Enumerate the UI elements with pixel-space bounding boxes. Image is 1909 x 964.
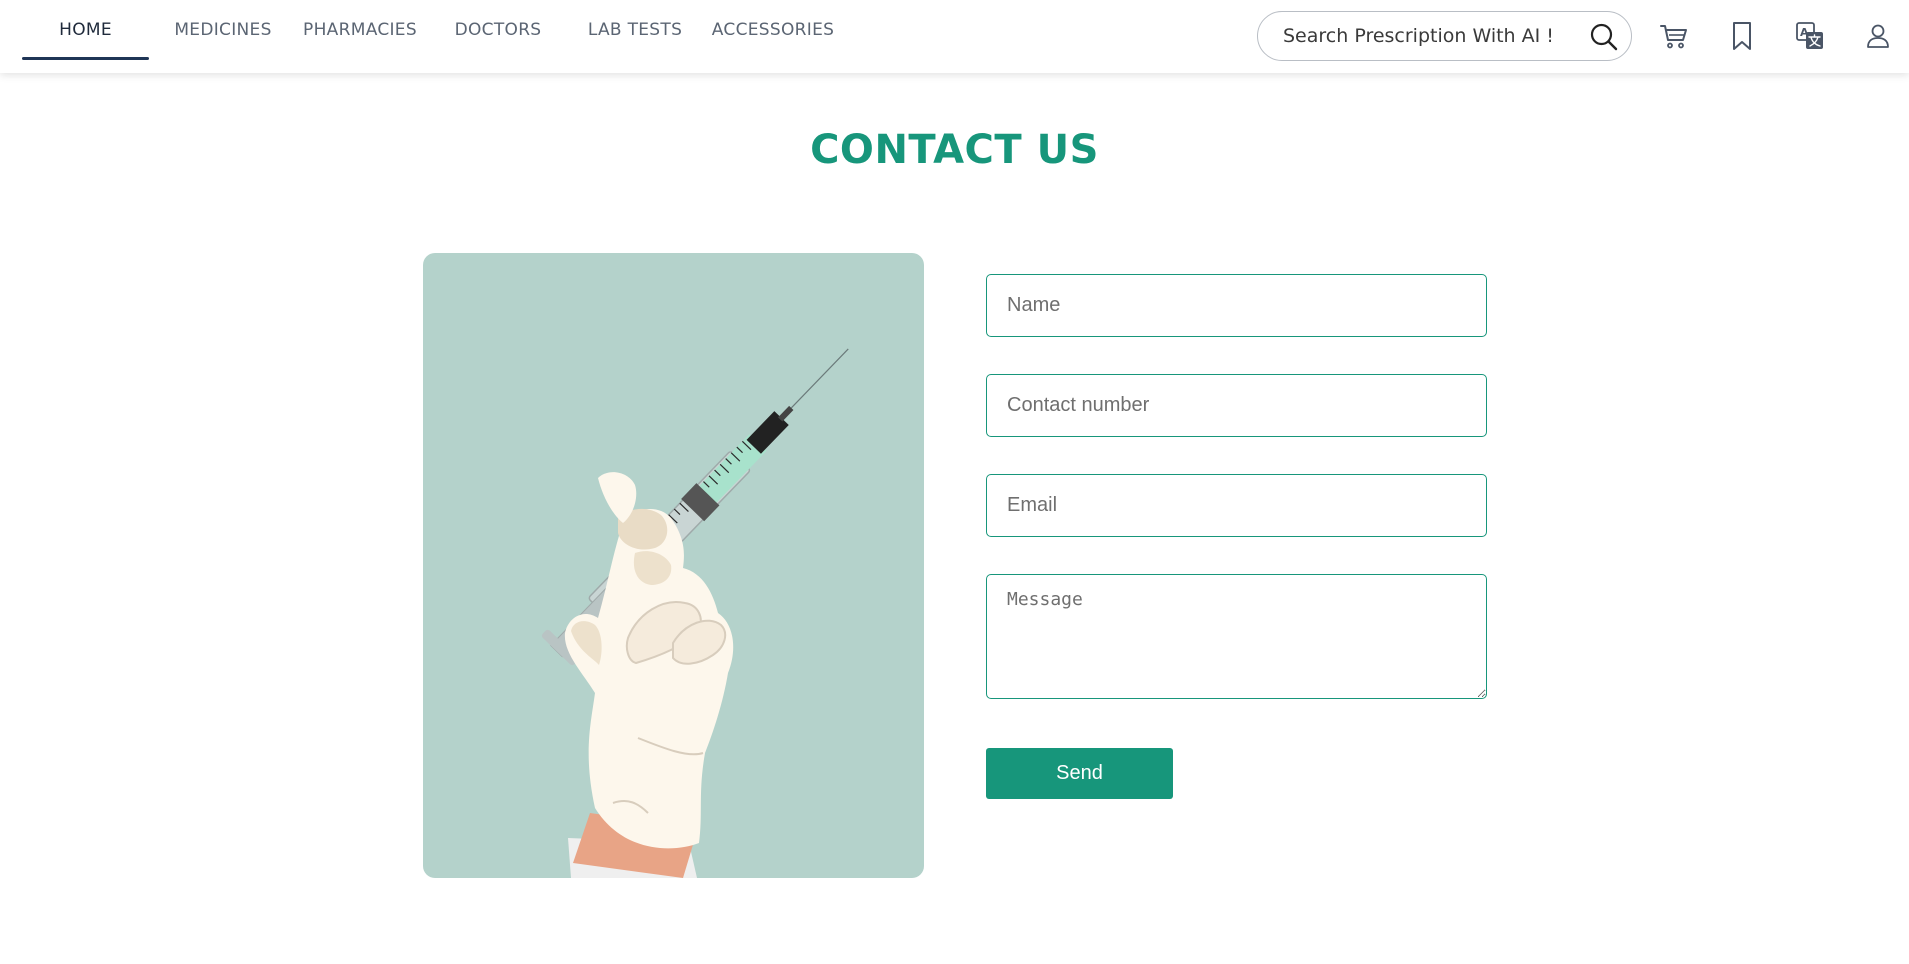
nav-active-indicator xyxy=(22,57,149,60)
bookmark-icon[interactable] xyxy=(1726,20,1758,52)
gloved-hand-syringe-image xyxy=(541,348,849,878)
nav-item-pharmacies[interactable]: PHARMACIES xyxy=(297,0,423,60)
search-bar xyxy=(1257,11,1632,61)
name-field[interactable] xyxy=(986,274,1487,337)
top-navigation-bar: HOME MEDICINES PHARMACIES DOCTORS LAB TE… xyxy=(0,0,1909,73)
contact-number-field[interactable] xyxy=(986,374,1487,437)
search-input[interactable] xyxy=(1283,25,1573,47)
nav-item-home[interactable]: HOME xyxy=(22,0,149,60)
nav-item-doctors[interactable]: DOCTORS xyxy=(444,0,552,60)
syringe-illustration xyxy=(423,253,924,878)
user-icon[interactable] xyxy=(1862,20,1894,52)
email-field[interactable] xyxy=(986,474,1487,537)
search-icon[interactable] xyxy=(1589,22,1619,52)
nav-item-medicines[interactable]: MEDICINES xyxy=(170,0,276,60)
message-field[interactable] xyxy=(986,574,1487,699)
cart-icon[interactable] xyxy=(1658,20,1690,52)
nav-item-accessories[interactable]: ACCESSORIES xyxy=(710,0,836,60)
translate-icon[interactable]: A xyxy=(1794,20,1826,52)
nav-item-lab-tests[interactable]: LAB TESTS xyxy=(581,0,689,60)
page-title: CONTACT US xyxy=(810,127,1099,173)
send-button[interactable]: Send xyxy=(986,748,1173,799)
